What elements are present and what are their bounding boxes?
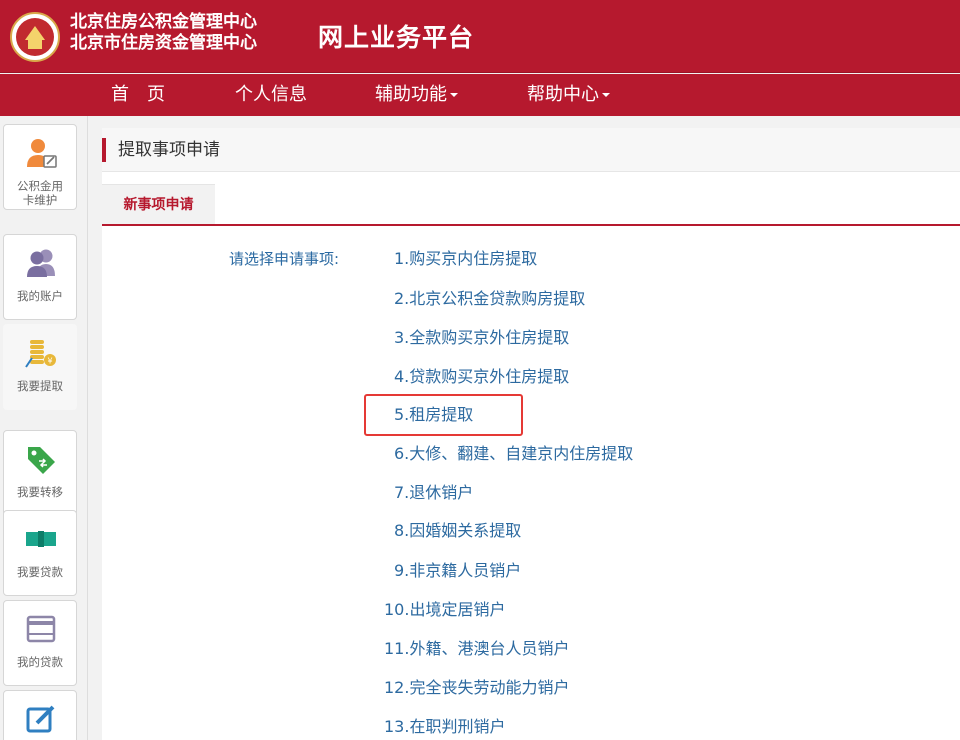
sidebar-item-label: 我要转移 [4, 485, 76, 499]
edit-icon [26, 705, 55, 733]
money-icon [26, 531, 56, 547]
option-sentenced-closure[interactable]: 13.在职判刑销户 [384, 714, 505, 740]
sidebar-label-line1: 我要贷款 [17, 565, 63, 579]
nav-help-center[interactable]: 帮助中心 [527, 74, 610, 116]
title-accent-bar [102, 138, 106, 162]
sidebar-item-my-account[interactable]: 我的账户 [3, 234, 77, 320]
option-buy-beijing-house[interactable]: 1.购买京内住房提取 [394, 246, 537, 272]
sidebar-label-line1: 公积金用 [17, 179, 63, 193]
option-cash-buy-outside-house[interactable]: 3.全款购买京外住房提取 [394, 325, 569, 351]
option-emigration-closure[interactable]: 10.出境定居销户 [384, 597, 505, 623]
main-nav: 首 页 个人信息 辅助功能 帮助中心 [0, 74, 960, 116]
option-disability-closure[interactable]: 12.完全丧失劳动能力销户 [384, 675, 569, 701]
tab-new-application[interactable]: 新事项申请 [102, 184, 215, 224]
top-header: 北京住房公积金管理中心 北京市住房资金管理中心 网上业务平台 [0, 0, 960, 73]
highlight-box [364, 394, 523, 436]
option-repair-rebuild[interactable]: 6.大修、翻建、自建京内住房提取 [394, 441, 633, 467]
nav-personal-info-label: 个人信息 [235, 84, 307, 105]
nav-auxiliary-label: 辅助功能 [375, 84, 447, 105]
option-foreign-hkmt-closure[interactable]: 11.外籍、港澳台人员销户 [384, 636, 569, 662]
house-emblem-icon [16, 18, 54, 56]
platform-title: 网上业务平台 [318, 23, 475, 52]
storefront-icon [26, 615, 56, 643]
svg-text:¥: ¥ [47, 357, 52, 366]
sidebar-item-label: 我要提取 [4, 379, 76, 393]
tab-bar: 新事项申请 [102, 184, 960, 226]
coins-icon: ¥ [25, 340, 56, 368]
org-name-line1: 北京住房公积金管理中心 [70, 12, 257, 32]
option-marriage-withdraw[interactable]: 8.因婚姻关系提取 [394, 518, 521, 544]
sidebar-label-line1: 我的贷款 [17, 655, 63, 669]
nav-auxiliary[interactable]: 辅助功能 [375, 74, 458, 116]
chevron-down-icon [450, 93, 458, 97]
option-retirement-closure[interactable]: 7.退休销户 [394, 480, 473, 506]
option-loan-buy-outside-house[interactable]: 4.贷款购买京外住房提取 [394, 364, 569, 390]
page-header: 提取事项申请 [102, 128, 960, 172]
sidebar-item-loan[interactable]: 我要贷款 [3, 510, 77, 596]
users-icon [27, 249, 55, 277]
org-names: 北京住房公积金管理中心 北京市住房资金管理中心 [70, 12, 257, 54]
sidebar-item-transfer[interactable]: 我要转移 [3, 430, 77, 516]
logo [10, 12, 60, 62]
sidebar-item-card-maintenance[interactable]: 公积金用 卡维护 [3, 124, 77, 210]
main-content: 提取事项申请 新事项申请 请选择申请事项: 1.购买京内住房提取 2.北京公积金… [102, 128, 960, 740]
nav-personal-info[interactable]: 个人信息 [235, 74, 307, 116]
sidebar-item-label: 我的贷款 [4, 655, 76, 669]
sidebar-item-withdraw[interactable]: ¥ 我要提取 [3, 324, 77, 410]
sidebar-item-label: 我的账户 [4, 289, 76, 303]
sidebar-item-label: 我要贷款 [4, 565, 76, 579]
sidebar-label-line2: 卡维护 [22, 193, 58, 207]
select-prompt: 请选择申请事项: [229, 250, 340, 268]
sidebar-label-line1: 我要提取 [17, 379, 63, 393]
page-title: 提取事项申请 [118, 140, 220, 160]
sidebar-item-my-loan[interactable]: 我的贷款 [3, 600, 77, 686]
nav-help-center-label: 帮助中心 [527, 84, 599, 105]
option-non-beijing-closure[interactable]: 9.非京籍人员销户 [394, 558, 521, 584]
nav-home-label: 首 页 [111, 84, 165, 105]
chevron-down-icon [602, 93, 610, 97]
tag-transfer-icon [28, 447, 55, 474]
sidebar: 公积金用 卡维护 我的账户 ¥ 我要提取 我要转移 我要贷款 我的贷款 [0, 116, 88, 740]
org-name-line2: 北京市住房资金管理中心 [70, 33, 257, 53]
option-beijing-fund-loan-house[interactable]: 2.北京公积金贷款购房提取 [394, 286, 585, 312]
user-edit-icon [27, 139, 57, 168]
sidebar-label-line1: 我的账户 [17, 289, 63, 303]
sidebar-item-label: 公积金用 卡维护 [4, 179, 76, 207]
sidebar-item-edit[interactable] [3, 690, 77, 740]
nav-home[interactable]: 首 页 [111, 74, 165, 116]
sidebar-label-line1: 我要转移 [17, 485, 63, 499]
